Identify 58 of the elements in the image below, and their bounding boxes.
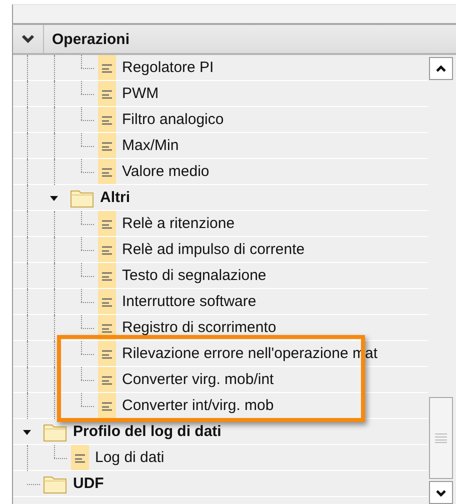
item-label: Converter virg. mob/int <box>122 371 274 388</box>
section-header[interactable]: Operazioni <box>13 25 456 55</box>
block-icon <box>101 218 113 230</box>
tree-item[interactable]: Filtro analogico <box>13 107 428 133</box>
section-title: Operazioni <box>51 30 130 48</box>
block-icon <box>101 374 113 386</box>
tree-item[interactable]: Converter virg. mob/int <box>13 367 428 393</box>
tree-item[interactable]: Max/Min <box>13 133 428 159</box>
tree-item[interactable]: Profilo del log di dati <box>13 419 428 445</box>
folder-label: Altri <box>100 189 130 206</box>
folder-icon <box>43 422 67 442</box>
item-label: Valore medio <box>122 163 210 180</box>
item-label: Relè a ritenzione <box>122 215 235 232</box>
tree-item[interactable]: Altri <box>13 185 428 211</box>
expand-arrow-icon[interactable] <box>22 428 32 436</box>
item-label: PWM <box>122 85 159 102</box>
item-label: Relè ad impulso di corrente <box>122 241 305 258</box>
caret-up-icon <box>435 64 447 72</box>
item-label: Log di dati <box>95 449 164 466</box>
item-label: Converter int/virg. mob <box>122 397 274 414</box>
tree-item[interactable]: Interruttore software <box>13 289 428 315</box>
item-label: Registro di scorrimento <box>122 319 276 336</box>
folder-icon <box>43 474 67 494</box>
item-label: Regolatore PI <box>122 59 214 76</box>
block-icon <box>101 244 113 256</box>
block-icon <box>101 322 113 334</box>
item-label: Interruttore software <box>122 293 256 310</box>
block-icon <box>101 296 113 308</box>
block-icon <box>74 452 86 464</box>
scrollbar-thumb[interactable] <box>429 397 453 479</box>
block-icon <box>101 114 113 126</box>
block-icon <box>101 88 113 100</box>
tree-item[interactable]: Relè ad impulso di corrente <box>13 237 428 263</box>
scroll-up-button[interactable] <box>429 57 453 80</box>
caret-down-icon <box>435 488 447 496</box>
expand-arrow-icon[interactable] <box>48 194 58 202</box>
tree-item[interactable]: Regolatore PI <box>13 55 428 81</box>
block-icon <box>101 62 113 74</box>
block-icon <box>101 270 113 282</box>
block-icon <box>101 348 113 360</box>
block-icon <box>101 166 113 178</box>
folder-label: Profilo del log di dati <box>73 423 222 440</box>
item-label: Testo di segnalazione <box>122 267 266 284</box>
tree-item[interactable]: Relè a ritenzione <box>13 211 428 237</box>
folder-label: UDF <box>73 475 104 492</box>
tree-item[interactable]: Testo di segnalazione <box>13 263 428 289</box>
tree-item[interactable]: Registro di scorrimento <box>13 315 428 341</box>
block-icon <box>101 400 113 412</box>
tree-item[interactable]: Log di dati <box>13 445 428 471</box>
folder-icon <box>70 188 94 208</box>
block-icon <box>101 140 113 152</box>
tree-item[interactable]: Valore medio <box>13 159 428 185</box>
tree-item[interactable]: PWM <box>13 81 428 107</box>
item-label: Max/Min <box>122 137 179 154</box>
tree-item[interactable]: Converter int/virg. mob <box>13 393 428 419</box>
scroll-down-button[interactable] <box>429 481 453 504</box>
tree-item[interactable]: UDF <box>13 471 428 497</box>
item-label: Filtro analogico <box>122 111 224 128</box>
